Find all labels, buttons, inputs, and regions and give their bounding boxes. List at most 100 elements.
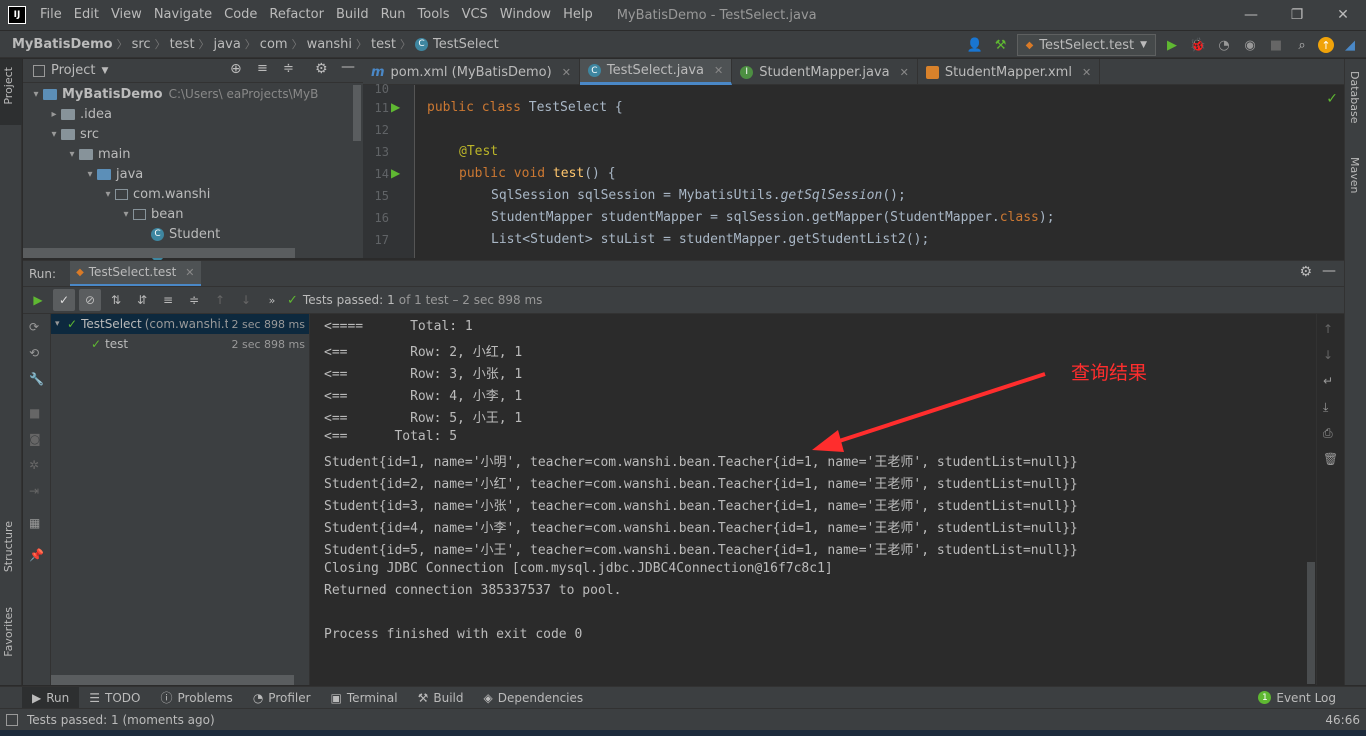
coverage-icon[interactable]: ◔ [1214, 35, 1234, 55]
show-ignored-icon[interactable]: ⊘ [79, 289, 101, 311]
soft-wrap-icon[interactable]: ↵ [1323, 374, 1333, 388]
project-tree-item[interactable]: ▾ com.wanshi [23, 184, 363, 204]
tab-testselect-java[interactable]: C TestSelect.java ✕ [579, 59, 733, 85]
toolwindow-profiler[interactable]: ◔ Profiler [243, 687, 321, 709]
test-suite-row[interactable]: ▾ ✓ TestSelect (com.wanshi.te 2 sec 898 … [51, 314, 309, 334]
code-editor[interactable]: 10 11 12 13 14 15 16 17 ▶ ▶ public class… [363, 82, 1344, 258]
tab-database[interactable]: Database [1348, 71, 1361, 124]
print-icon[interactable]: ⎙ [1323, 426, 1333, 441]
menu-window[interactable]: Window [494, 0, 557, 30]
menu-navigate[interactable]: Navigate [148, 0, 218, 30]
expand-all-icon[interactable]: ≡ [157, 289, 179, 311]
breadcrumb-java[interactable]: java [210, 37, 245, 52]
rerun-failed-icon[interactable]: ⟳ [29, 320, 39, 334]
expand-all-icon[interactable]: ≡ [257, 61, 268, 76]
chevron-down-icon[interactable]: ▾ [101, 189, 115, 200]
tab-favorites[interactable]: Favorites [2, 607, 15, 657]
arrow-up-icon[interactable]: ↑ [209, 289, 231, 311]
project-tree-item[interactable]: ▾ src [23, 124, 363, 144]
hide-icon[interactable]: — [1322, 263, 1336, 279]
horizontal-scrollbar[interactable] [51, 675, 294, 685]
gear-icon[interactable]: ⚙ [315, 61, 328, 77]
sort-duration-icon[interactable]: ⇵ [131, 289, 153, 311]
wrench-icon[interactable]: 🔧 [29, 372, 44, 386]
project-tree-item[interactable]: C Student [23, 224, 363, 244]
collapse-all-icon[interactable]: ≑ [183, 289, 205, 311]
chevron-down-icon[interactable]: ▾ [55, 319, 67, 329]
horizontal-scrollbar[interactable] [23, 248, 295, 258]
menu-file[interactable]: File [34, 0, 68, 30]
menu-build[interactable]: Build [330, 0, 375, 30]
tab-maven[interactable]: Maven [1348, 157, 1361, 193]
minimize-icon[interactable]: — [1228, 0, 1274, 30]
tab-pom-xml[interactable]: m pom.xml (MyBatisDemo) ✕ [363, 59, 580, 85]
menu-edit[interactable]: Edit [68, 0, 105, 30]
tab-project[interactable]: Project [2, 67, 15, 105]
search-icon[interactable]: ⌕ [1292, 35, 1312, 55]
arrow-up-icon[interactable]: ↑ [1323, 322, 1333, 336]
tab-studentmapper-xml[interactable]: StudentMapper.xml ✕ [918, 59, 1101, 85]
menu-refactor[interactable]: Refactor [263, 0, 330, 30]
restore-icon[interactable]: ❐ [1274, 0, 1320, 30]
project-tree-item[interactable]: ▾ MyBatisDemo C:\Users\ eaProjects\MyB [23, 84, 363, 104]
arrow-down-icon[interactable]: ↓ [1323, 348, 1333, 362]
tab-studentmapper-java[interactable]: I StudentMapper.java ✕ [732, 59, 918, 85]
tab-structure[interactable]: Structure [2, 521, 15, 572]
camera-icon[interactable]: ◙ [29, 432, 41, 446]
breadcrumb-com[interactable]: com [256, 37, 292, 52]
run-gutter-icon[interactable]: ▶ [391, 166, 400, 180]
hide-icon[interactable]: — [341, 59, 355, 75]
chevron-down-icon[interactable]: ▾ [29, 89, 43, 100]
chevron-down-icon[interactable]: ▾ [65, 149, 79, 160]
breadcrumb-test-pkg[interactable]: test [367, 37, 400, 52]
toolwindow-problems[interactable]: ⓘ Problems [150, 687, 242, 709]
event-log-button[interactable]: 1 Event Log [1248, 687, 1346, 709]
exit-icon[interactable]: ⇥ [29, 484, 39, 498]
close-icon[interactable]: ✕ [900, 66, 909, 79]
chevron-down-icon[interactable]: ▼ [101, 66, 108, 76]
close-icon[interactable]: ✕ [714, 64, 723, 77]
chevron-right-icon[interactable]: ▸ [47, 109, 61, 120]
breadcrumb-wanshi[interactable]: wanshi [303, 37, 356, 52]
breadcrumb-testselect[interactable]: TestSelect [433, 37, 503, 52]
menu-run[interactable]: Run [375, 0, 412, 30]
toolwindow-run[interactable]: ▶ Run [22, 686, 80, 709]
user-icon[interactable]: 👤 [965, 35, 985, 55]
test-case-row[interactable]: ✓ test 2 sec 898 ms [51, 334, 309, 354]
project-tree-item[interactable]: ▾ main [23, 144, 363, 164]
run-configuration-dropdown[interactable]: ◆ TestSelect.test ▼ [1016, 34, 1156, 56]
hammer-build-icon[interactable]: ⚒ [991, 35, 1011, 55]
stop-icon[interactable]: ■ [1266, 35, 1286, 55]
toolwindow-dependencies[interactable]: ◈ Dependencies [474, 687, 594, 709]
more-icon[interactable]: » [261, 289, 283, 311]
breadcrumb-src[interactable]: src [128, 37, 155, 52]
chevron-down-icon[interactable]: ▾ [83, 169, 97, 180]
update-icon[interactable]: ↑ [1318, 37, 1334, 53]
stop-icon[interactable]: ■ [29, 406, 40, 420]
trash-icon[interactable]: 🗑 [1323, 452, 1338, 466]
menu-view[interactable]: View [105, 0, 148, 30]
close-icon[interactable]: ✕ [1082, 66, 1091, 79]
chevron-down-icon[interactable]: ▾ [47, 129, 61, 140]
debug-icon[interactable]: 🐞 [1188, 35, 1208, 55]
menu-vcs[interactable]: VCS [456, 0, 494, 30]
locate-icon[interactable]: ⊕ [230, 61, 242, 77]
scroll-to-end-icon[interactable]: ⤓ [1323, 400, 1328, 415]
rerun-icon[interactable]: ▶ [27, 289, 49, 311]
vertical-scrollbar[interactable] [1307, 562, 1315, 684]
close-icon[interactable]: ✕ [1320, 0, 1366, 30]
run-icon[interactable]: ▶ [1162, 35, 1182, 55]
toggle-tool-windows-icon[interactable] [6, 713, 18, 726]
project-tree-item[interactable]: ▸ .idea [23, 104, 363, 124]
plugin-icon[interactable]: ◢ [1340, 35, 1360, 55]
menu-tools[interactable]: Tools [412, 0, 456, 30]
vertical-scrollbar[interactable] [353, 85, 361, 141]
project-tree-item[interactable]: ▾ java [23, 164, 363, 184]
show-passed-icon[interactable]: ✓ [53, 289, 75, 311]
close-icon[interactable]: ✕ [185, 266, 194, 279]
close-icon[interactable]: ✕ [562, 66, 571, 79]
debug-icon[interactable]: ✲ [29, 458, 39, 472]
toolwindow-terminal[interactable]: ▣ Terminal [321, 687, 408, 709]
run-tab[interactable]: ◆ TestSelect.test ✕ [70, 260, 201, 287]
gear-icon[interactable]: ⚙ [1299, 264, 1312, 280]
